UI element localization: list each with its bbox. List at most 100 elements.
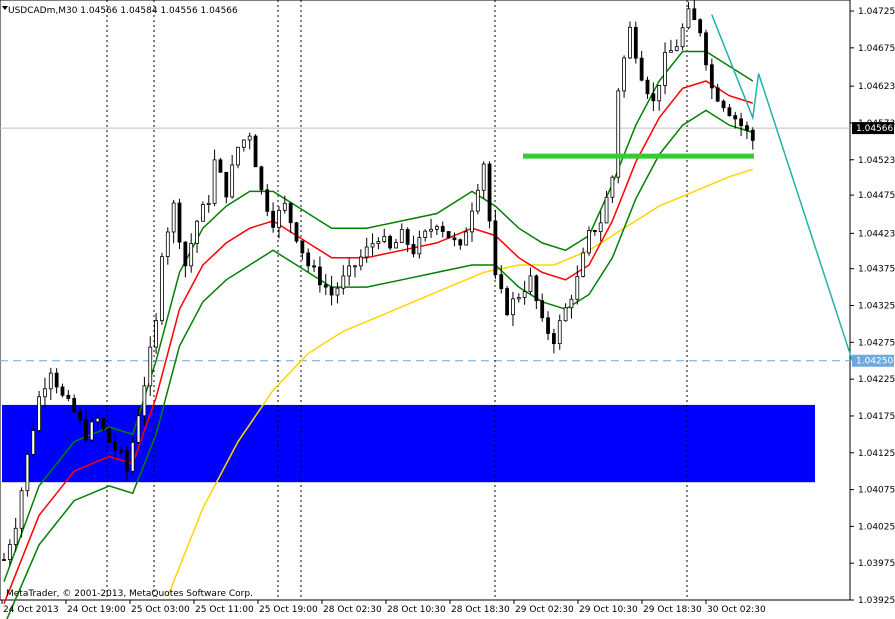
x-tick-label-3: 25 Oct 11:00 [195, 605, 254, 615]
candle-body-59 [347, 265, 352, 277]
candle-body-77 [452, 237, 457, 241]
candle-body-119 [698, 19, 703, 34]
candle-body-46 [271, 210, 276, 228]
x-tick-label-8: 29 Oct 02:30 [515, 605, 574, 615]
candle-body-60 [353, 265, 357, 268]
candle-body-120 [704, 32, 708, 66]
candle-body-74 [434, 225, 439, 230]
candle-body-86 [505, 288, 510, 316]
candle-body-113 [663, 51, 667, 86]
y-tick-label-11: 1.04175 [858, 412, 895, 422]
candle-body-36 [212, 159, 217, 204]
candle-body-48 [282, 202, 287, 211]
candle-body-38 [224, 171, 229, 198]
candle-body-62 [364, 246, 369, 258]
candle-body-90 [528, 275, 533, 293]
y-tick-label-6: 1.04423 [858, 229, 895, 239]
candle-body-26 [154, 320, 159, 348]
y-tick-label-7: 1.04375 [858, 265, 895, 275]
price-chart[interactable]: 1.047251.046751.046231.045731.045231.044… [0, 0, 895, 619]
candle-body-12 [72, 398, 77, 413]
candle-body-15 [89, 421, 94, 441]
price-badge-label-current: 1.04566 [856, 124, 893, 134]
price-badges: 1.047501.045661.04250 [852, 122, 894, 367]
candle-body-29 [171, 202, 176, 233]
time-axis: 24 Oct 2013 24 Oct 19:00 25 Oct 03:00 25 Oc… [1, 600, 766, 615]
plot-area[interactable] [0, 0, 851, 601]
y-tick-label-0: 1.04725 [858, 7, 895, 17]
candle-body-13 [78, 411, 82, 421]
candle-body-106 [622, 57, 626, 92]
candle-body-121 [709, 64, 714, 89]
candle-body-114 [669, 50, 673, 53]
candle-body-7 [43, 388, 47, 398]
y-tick-label-16: 1.03925 [858, 596, 895, 606]
candle-body-93 [546, 317, 550, 334]
candle-body-44 [259, 166, 264, 191]
price-axis: 1.047251.046751.046231.045731.045231.044… [850, 7, 895, 606]
candle-body-55 [323, 284, 328, 288]
candle-body-117 [686, 8, 691, 29]
candle-body-78 [458, 239, 463, 246]
candle-body-87 [511, 298, 515, 316]
demand-zone [2, 404, 815, 483]
candle-body-105 [616, 90, 621, 178]
y-tick-label-9: 1.04275 [858, 338, 895, 348]
candle-body-39 [230, 164, 235, 198]
candle-body-125 [733, 115, 738, 120]
candle-body-37 [218, 159, 223, 173]
demand-zone-rect [2, 404, 815, 483]
candle-body-49 [288, 202, 293, 224]
candle-body-109 [639, 57, 644, 81]
candle-body-126 [739, 118, 743, 127]
candle-body-67 [394, 242, 398, 249]
candle-body-16 [95, 417, 100, 423]
candle-body-65 [382, 236, 387, 242]
x-tick-label-11: 30 Oct 02:30 [707, 605, 766, 615]
candle-body-100 [587, 230, 591, 254]
candle-body-63 [370, 243, 375, 248]
x-tick-label-9: 29 Oct 10:30 [579, 605, 638, 615]
candle-body-124 [727, 107, 732, 116]
candle-body-18 [107, 428, 112, 443]
candle-body-25 [148, 346, 153, 387]
candle-body-83 [487, 163, 492, 222]
candle-body-30 [177, 202, 182, 243]
candle-body-75 [440, 225, 445, 232]
candle-body-57 [335, 287, 340, 296]
x-tick-label-0: 24 Oct 2013 [3, 605, 59, 615]
candle-body-115 [674, 46, 679, 52]
candle-body-32 [189, 243, 194, 267]
x-tick-label-2: 25 Oct 03:00 [131, 605, 190, 615]
x-tick-label-6: 28 Oct 10:30 [387, 605, 446, 615]
candle-body-42 [247, 135, 252, 141]
candle-body-20 [119, 449, 123, 452]
candle-body-2 [13, 527, 18, 545]
candle-body-88 [516, 297, 521, 300]
y-tick-label-14: 1.04025 [858, 522, 895, 532]
copyright-note: MetaTrader, © 2001-2013, MetaQuotes Soft… [6, 589, 253, 599]
y-tick-label-10: 1.04225 [858, 375, 895, 385]
candle-body-95 [557, 320, 562, 345]
candle-body-70 [411, 244, 416, 255]
candle-body-51 [300, 240, 305, 254]
y-tick-label-5: 1.04475 [858, 191, 895, 201]
candle-body-111 [651, 93, 656, 102]
candle-body-28 [165, 231, 170, 258]
chart-header: USDCADm,M30 1.04566 1.04584 1.04556 1.04… [8, 6, 238, 16]
candle-body-81 [475, 189, 480, 212]
candle-body-23 [136, 415, 141, 443]
candle-body-45 [265, 189, 270, 212]
candle-body-4 [25, 453, 30, 492]
candle-body-96 [563, 307, 568, 322]
x-tick-label-10: 29 Oct 18:30 [643, 605, 702, 615]
candle-body-8 [48, 372, 53, 390]
candle-body-3 [19, 490, 24, 529]
candle-body-41 [241, 139, 246, 148]
candle-body-66 [388, 236, 393, 249]
candle-body-76 [446, 231, 451, 239]
candle-body-19 [113, 441, 118, 451]
candle-body-91 [534, 275, 539, 302]
candle-body-73 [429, 228, 433, 232]
candle-body-31 [183, 241, 188, 267]
